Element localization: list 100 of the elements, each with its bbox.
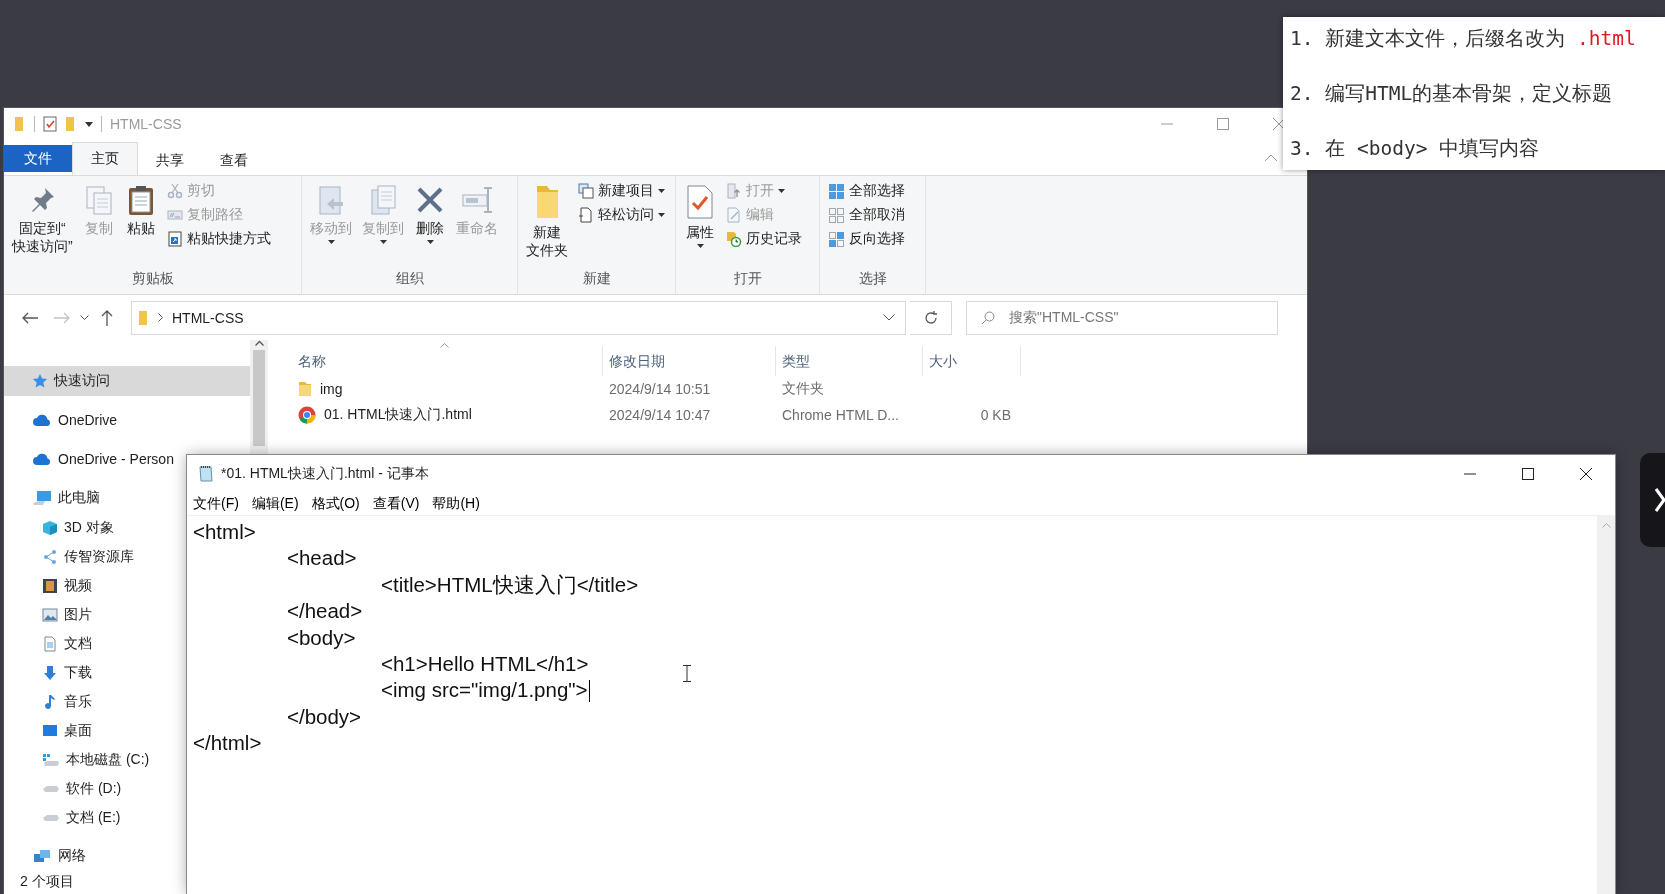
ribbon-button[interactable]: 新建项目 [574,180,669,202]
text-cursor-icon [683,665,691,682]
search-icon [981,310,995,325]
chevron-right-icon [1655,488,1665,512]
menu-item[interactable]: 文件(F) [193,494,239,513]
code-line: <body> [286,624,356,651]
checkmark-document-icon[interactable] [43,116,57,132]
ribbon-tab[interactable]: 共享 [138,145,202,175]
sort-caret-icon [440,343,449,348]
sidebar-item[interactable]: 下载 [38,658,94,687]
sidebar-item[interactable]: 传智资源库 [38,542,136,571]
grid-icon [828,230,845,248]
scrollbar-thumb[interactable] [253,350,265,446]
column-header[interactable]: 大小 [923,346,1021,376]
side-panel-tab[interactable] [1640,453,1665,547]
status-text: 2 个项目 [19,872,75,891]
document-icon [42,635,58,652]
table-cell-text: Chrome HTML D... [781,407,900,423]
code-line: <title>HTML快速入门</title> [380,571,639,598]
shortcut-icon [166,231,183,247]
column-header[interactable]: 类型 [776,346,923,376]
sidebar-item[interactable]: OneDrive - Person [28,444,176,474]
sidebar-item[interactable]: 桌面 [38,716,94,745]
address-bar[interactable]: HTML-CSS [131,300,906,335]
ribbon-group-label: 选择 [857,270,888,288]
cube-icon [42,519,58,536]
sidebar-item[interactable]: 3D 对象 [38,513,116,542]
file-name-cell[interactable]: img [292,381,603,397]
collapse-ribbon-icon[interactable] [1265,154,1277,161]
instruction-text: 2. 编写HTML的基本骨架，定义标题 [1290,81,1614,107]
ribbon-tab[interactable]: 查看 [202,145,266,175]
close-icon[interactable] [1580,467,1592,480]
folder-icon [138,309,150,326]
ribbon-button[interactable]: 固定到“ 快速访问” [8,180,77,270]
ribbon-button[interactable]: 全部选择 [824,180,909,202]
ribbon-button[interactable]: 轻松访问 [574,204,669,226]
sidebar-item[interactable]: 视频 [38,571,94,600]
menu-item[interactable]: 帮助(H) [432,494,480,513]
cloud-icon [32,452,52,466]
code-line: </html> [193,730,262,757]
empty-grid-icon [828,206,845,224]
window-title: *01. HTML快速入门.html - 记事本 [221,464,429,483]
folder-icon [298,381,312,397]
table-cell-text: 0 KB [979,407,1012,423]
sidebar-item[interactable]: 图片 [38,600,94,629]
sidebar-item[interactable]: 快速访问 [4,366,250,396]
chevron-down-icon[interactable] [883,314,895,321]
music-note-icon [42,693,58,710]
ribbon-button[interactable]: 新建 文件夹 [522,180,572,270]
sidebar-item[interactable]: 网络 [28,841,88,871]
ribbon-button[interactable]: 粘贴快捷方式 [162,228,275,250]
drive-icon [42,751,60,768]
sidebar-item[interactable]: 文档 (E:) [38,803,123,832]
drive-icon [42,813,60,822]
sidebar-item[interactable]: 音乐 [38,687,94,716]
sidebar-item[interactable]: 本地磁盘 (C:) [38,745,152,774]
ribbon-group-label: 新建 [581,270,612,288]
menu-item[interactable]: 编辑(E) [251,494,299,513]
maximize-icon[interactable] [1522,467,1534,480]
search-field[interactable]: 搜索"HTML-CSS" [966,300,1278,335]
sidebar-item[interactable]: 软件 (D:) [38,774,124,803]
column-header[interactable]: 修改日期 [603,346,776,376]
ribbon-button[interactable]: 反向选择 [824,228,909,250]
file-name-cell[interactable]: 01. HTML快速入门.html [292,406,603,424]
menu-item[interactable]: 格式(O) [311,494,360,513]
picture-icon [42,606,58,623]
share-nodes-icon [42,548,58,565]
new-item-icon [578,183,594,199]
ribbon-tab[interactable]: 文件 [4,145,72,172]
chevron-down-icon[interactable] [80,314,89,321]
refresh-button[interactable] [910,300,952,335]
sidebar-item[interactable]: 此电脑 [28,483,102,513]
browser-logo-icon [298,406,316,424]
ribbon-button[interactable]: 属性 [680,180,720,270]
column-header[interactable]: 名称 [292,346,603,376]
text-area[interactable]: <html> <head> <title>HTML快速入门</title> </head> <body> <h1>Hello HTML</h1> <img src="img/1.png"> </body> </html> [187,516,1597,894]
menu-item[interactable]: 查看(V) [372,494,420,513]
instruction-text: 1. 新建文本文件，后缀名改为 .html [1290,26,1637,52]
ribbon-button[interactable]: 粘贴 [120,180,161,270]
scroll-up-icon[interactable] [254,340,264,346]
history-icon [726,231,742,247]
open-icon [726,183,742,199]
code-line: <html> [193,519,256,545]
notepad-icon [197,464,215,483]
code-line: <img src="img/1.png"> [380,677,588,704]
ribbon-button[interactable]: 删除 [410,180,450,270]
back-arrow-icon[interactable] [22,311,38,324]
ribbon-button[interactable]: 全部取消 [824,204,909,226]
sidebar-item[interactable]: 文档 [38,629,94,658]
ribbon-button[interactable]: 历史记录 [722,228,806,250]
dropdown-caret-icon[interactable] [85,121,93,127]
sidebar-item[interactable]: OneDrive [28,405,120,435]
network-icon [32,848,52,864]
ribbon-tab[interactable]: 主页 [72,142,138,175]
film-icon [42,577,58,594]
document-icon [578,207,594,223]
computer-icon [32,490,52,506]
rename-icon [461,184,493,216]
chevron-right-icon [158,313,164,322]
up-arrow-icon[interactable] [101,309,113,326]
